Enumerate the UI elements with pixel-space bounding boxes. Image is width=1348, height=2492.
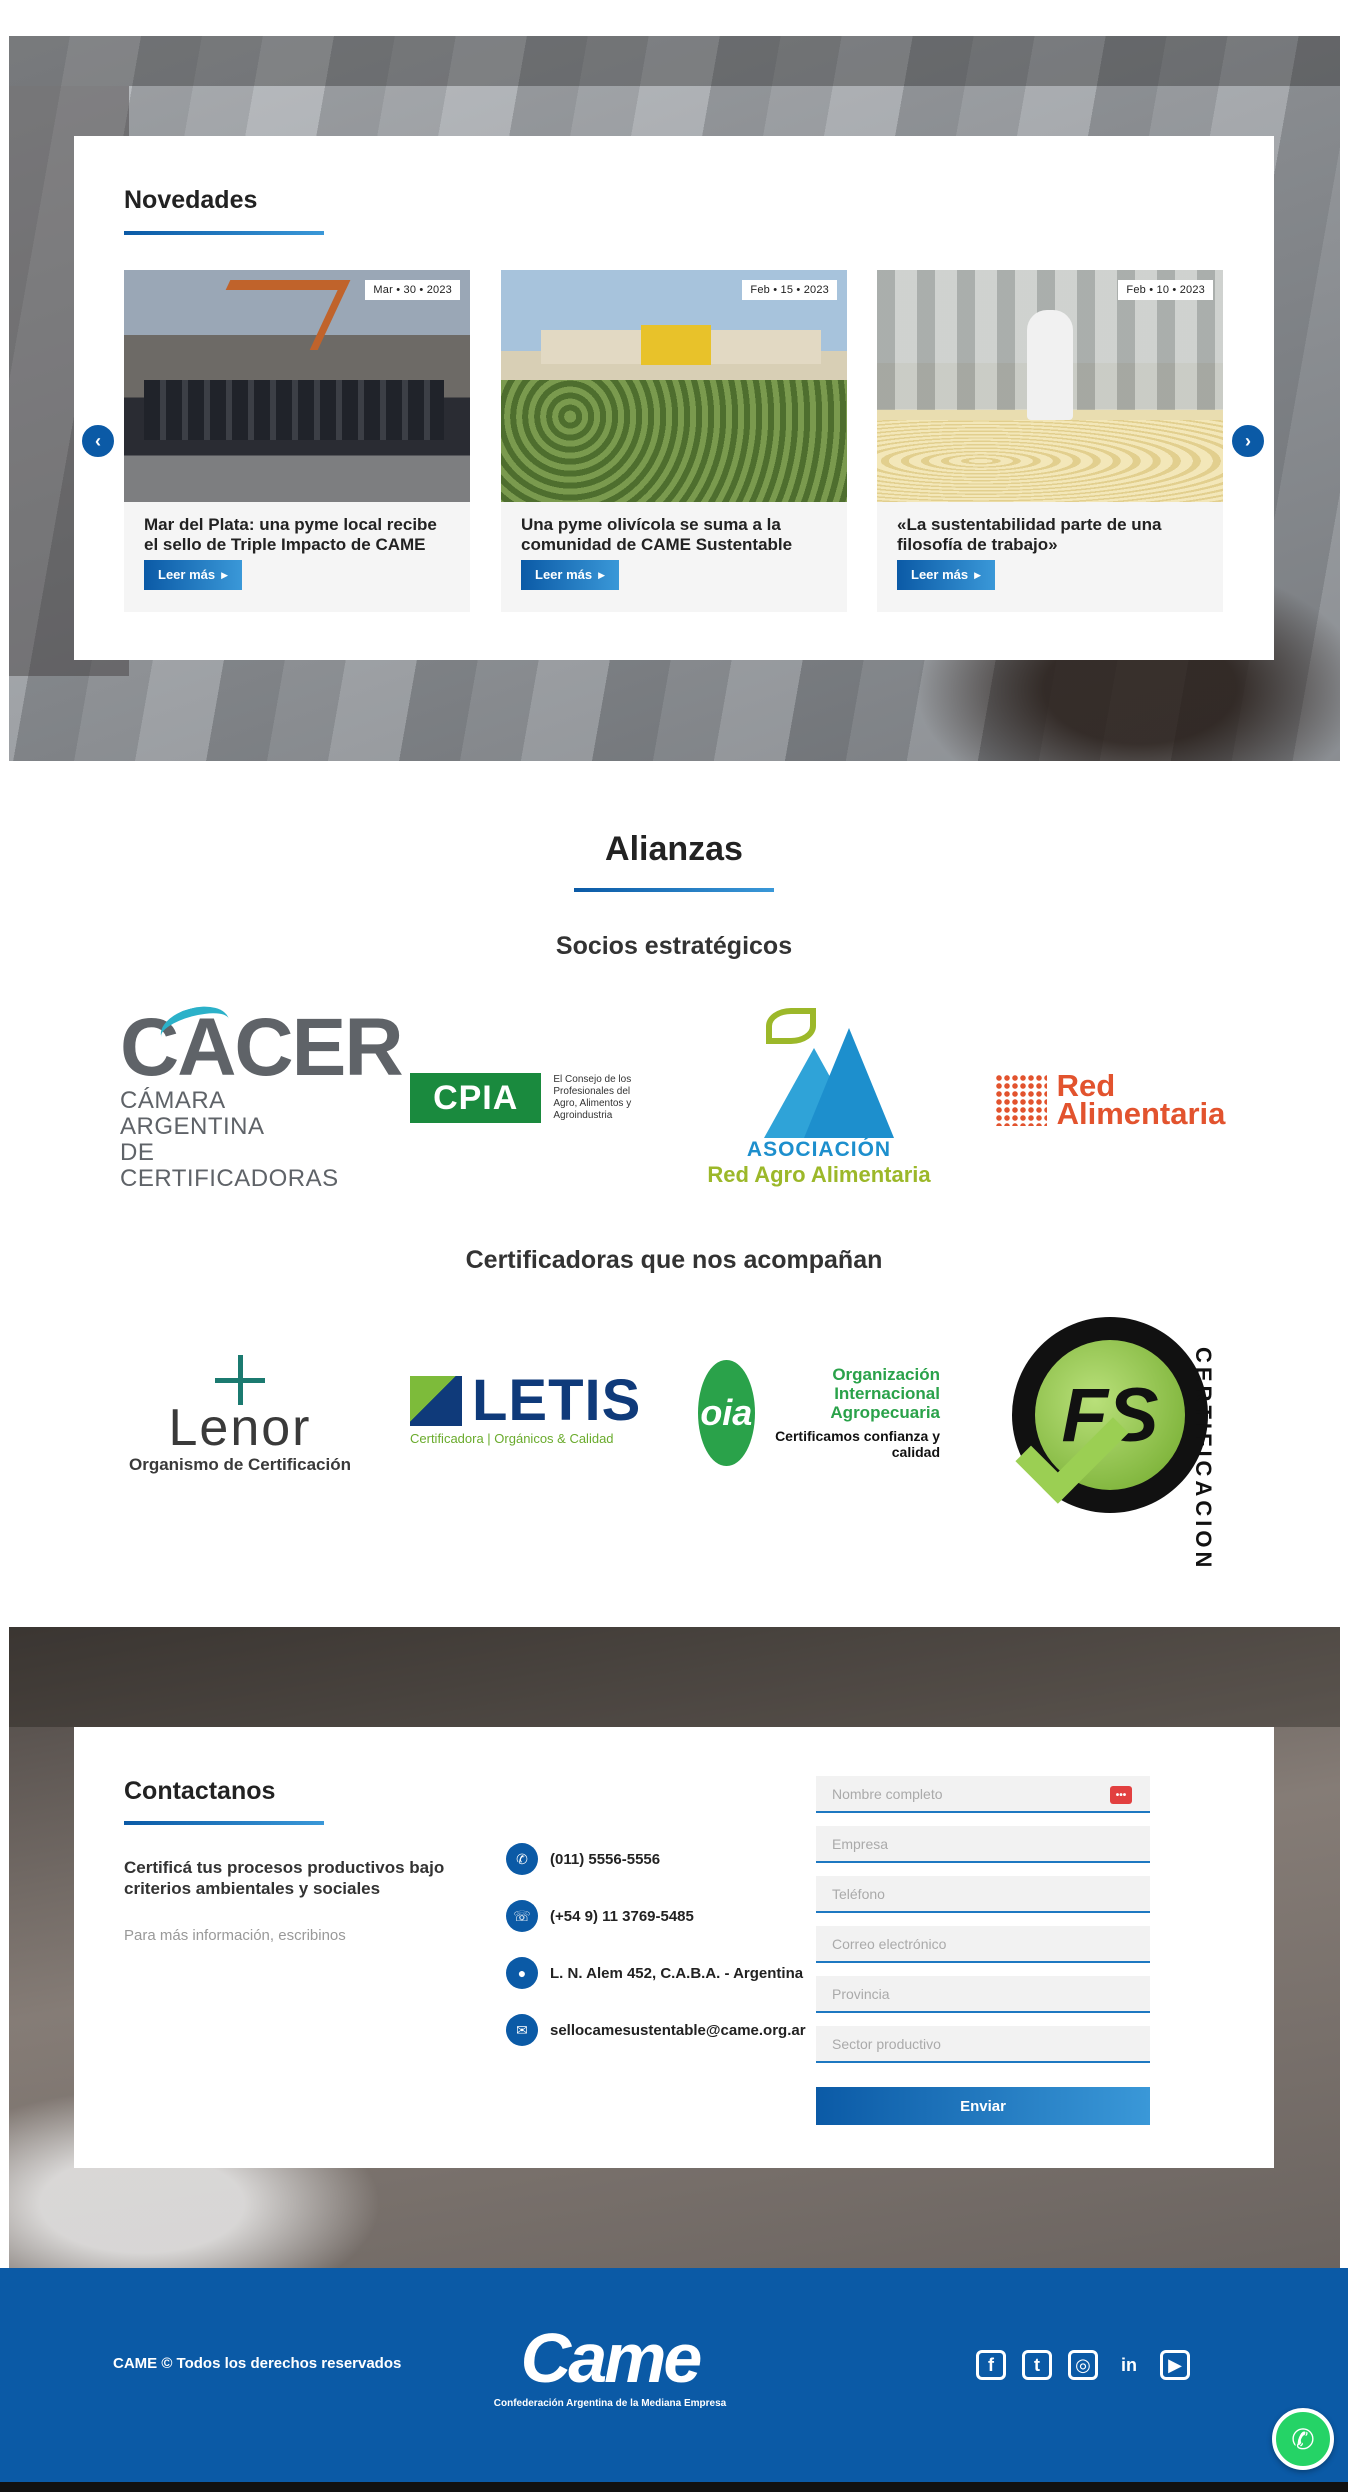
phone-icon: ✆ — [506, 1843, 538, 1875]
submit-button[interactable]: Enviar — [816, 2087, 1150, 2125]
news-date: Feb • 15 • 2023 — [742, 280, 837, 300]
read-more-button[interactable]: Leer más ▶ — [897, 560, 996, 590]
contact-email[interactable]: ✉ sellocamesustentable@came.org.ar — [506, 2014, 806, 2046]
came-logo-word: Came — [520, 2319, 703, 2397]
lenor-sub: Organismo de Certificación — [129, 1455, 351, 1474]
cpia-sub: El Consejo de los Profesionales del Agro… — [553, 1074, 632, 1121]
email-value: sellocamesustentable@came.org.ar — [550, 2021, 806, 2039]
news-slide[interactable]: Mar • 30 • 2023 Mar del Plata: una pyme … — [124, 270, 470, 612]
social-links: f t ◎ in ▶ — [976, 2350, 1190, 2380]
contact-title-underline — [124, 1821, 324, 1825]
whatsapp-chat-button[interactable]: ✆ — [1272, 2408, 1334, 2470]
chevron-left-icon: ‹ — [95, 430, 101, 451]
twitter-icon[interactable]: t — [1022, 2350, 1052, 2380]
red-alimentaria-mark — [994, 1074, 1047, 1126]
oia-mark: oia — [698, 1359, 755, 1466]
name-field[interactable] — [816, 1776, 1150, 1813]
news-image[interactable]: Feb • 15 • 2023 — [501, 270, 847, 502]
cacer-logo[interactable]: CACER CÁMARA ARGENTINA DE CERTIFICADORAS — [120, 999, 404, 1192]
read-more-label: Leer más — [911, 567, 969, 582]
company-field[interactable] — [816, 1826, 1150, 1863]
novedades-title-underline — [124, 231, 324, 235]
came-logo-tag: Confederación Argentina de la Mediana Em… — [493, 2398, 727, 2409]
news-title[interactable]: Mar del Plata: una pyme local recibe el … — [144, 515, 454, 555]
cacer-name: CACER — [120, 1002, 404, 1093]
phone-field[interactable] — [816, 1876, 1150, 1913]
news-title[interactable]: Una pyme olivícola se suma a la comunida… — [521, 515, 831, 555]
certificadoras-title: Certificadoras que nos acompañan — [465, 1246, 883, 1274]
copyright-text: CAME © Todos los derechos reservados — [113, 2355, 402, 2372]
lenor-mark — [210, 1355, 270, 1405]
red-agro-alimentaria-logo[interactable]: ASOCIACIÓN Red Agro Alimentaria — [698, 1005, 940, 1190]
lenor-name: Lenor — [168, 1399, 312, 1457]
oia-line2: Certificamos confianza y calidad — [775, 1428, 940, 1460]
cacer-sub2: DE CERTIFICADORAS — [120, 1139, 339, 1192]
letis-sub: Certificadora | Orgánicos & Calidad — [410, 1430, 614, 1446]
contact-lead: Certificá tus procesos productivos bajo … — [124, 1858, 445, 1898]
red-alimentaria-logo[interactable]: Red Alimentaria — [990, 1070, 1230, 1130]
caret-right-icon: ▶ — [598, 570, 606, 580]
sector-field[interactable] — [816, 2026, 1150, 2063]
chevron-right-icon: › — [1245, 430, 1251, 451]
footer-bottom-bar — [0, 2482, 1348, 2492]
novedades-section: Novedades Mar • 30 • 2023 Mar del Plata:… — [74, 136, 1274, 660]
read-more-button[interactable]: Leer más ▶ — [144, 560, 243, 590]
youtube-icon[interactable]: ▶ — [1160, 2350, 1190, 2380]
carousel-next-button[interactable]: › — [1230, 423, 1266, 459]
news-image[interactable]: Feb • 10 • 2023 — [877, 270, 1223, 502]
read-more-button[interactable]: Leer más ▶ — [521, 560, 620, 590]
cpia-logo[interactable]: CPIA El Consejo de los Profesionales del… — [410, 1070, 650, 1126]
socios-title: Socios estratégicos — [555, 932, 793, 960]
alianzas-title-underline — [574, 888, 774, 892]
facebook-icon[interactable]: f — [976, 2350, 1006, 2380]
news-slide[interactable]: Feb • 10 • 2023 «La sustentabilidad part… — [877, 270, 1223, 612]
linkedin-icon[interactable]: in — [1114, 2350, 1144, 2380]
letis-name: LETIS — [472, 1367, 642, 1433]
news-date: Feb • 10 • 2023 — [1118, 280, 1213, 300]
whatsapp-icon: ☏ — [506, 1900, 538, 1932]
lenor-logo[interactable]: Lenor Organismo de Certificación — [120, 1355, 360, 1475]
phone-value: (011) 5556-5556 — [550, 1850, 661, 1868]
read-more-label: Leer más — [535, 567, 593, 582]
contact-phone[interactable]: ✆ (011) 5556-5556 — [506, 1843, 660, 1875]
caret-right-icon: ▶ — [221, 570, 229, 580]
fs-label: CERTIFICACION — [1191, 1347, 1216, 1572]
whatsapp-value: (+54 9) 11 3769-5485 — [550, 1907, 694, 1925]
came-logo[interactable]: Came Confederación Argentina de la Media… — [490, 2318, 730, 2428]
contact-address[interactable]: ● L. N. Alem 452, C.A.B.A. - Argentina — [506, 1957, 803, 1989]
autofill-icon[interactable]: ••• — [1110, 1786, 1132, 1804]
red-agro-line2: Red Agro Alimentaria — [707, 1161, 931, 1187]
address-value: L. N. Alem 452, C.A.B.A. - Argentina — [550, 1964, 804, 1982]
letis-logo[interactable]: LETIS Certificadora | Orgánicos & Calida… — [410, 1370, 650, 1450]
contact-info-text: Para más información, escribinos — [124, 1927, 346, 1944]
envelope-icon: ✉ — [506, 2014, 538, 2046]
oia-logo[interactable]: oia Organización Internacional Agropecua… — [698, 1355, 940, 1470]
province-field[interactable] — [816, 1976, 1150, 2013]
red-agro-mark — [744, 1007, 894, 1138]
contact-title: Contactanos — [124, 1777, 276, 1805]
alianzas-title: Alianzas — [605, 830, 743, 868]
fs-certificacion-logo[interactable]: FS CERTIFICACION — [990, 1315, 1230, 1571]
cacer-sub1: CÁMARA ARGENTINA — [120, 1087, 265, 1140]
carousel-prev-button[interactable]: ‹ — [80, 423, 116, 459]
instagram-icon[interactable]: ◎ — [1068, 2350, 1098, 2380]
email-field[interactable] — [816, 1926, 1150, 1963]
news-date: Mar • 30 • 2023 — [365, 280, 460, 300]
cpia-name: CPIA — [410, 1073, 542, 1123]
caret-right-icon: ▶ — [974, 570, 982, 580]
news-title[interactable]: «La sustentabilidad parte de una filosof… — [897, 515, 1207, 555]
letis-mark — [410, 1375, 462, 1426]
novedades-title: Novedades — [124, 186, 258, 214]
news-slide[interactable]: Feb • 15 • 2023 Una pyme olivícola se su… — [501, 270, 847, 612]
red-agro-line1: ASOCIACIÓN — [746, 1137, 892, 1161]
red-alimentaria-line2: Alimentaria — [1056, 1096, 1226, 1131]
contact-whatsapp[interactable]: ☏ (+54 9) 11 3769-5485 — [506, 1900, 694, 1932]
read-more-label: Leer más — [158, 567, 216, 582]
news-image[interactable]: Mar • 30 • 2023 — [124, 270, 470, 502]
location-pin-icon: ● — [506, 1957, 538, 1989]
oia-line1: Organización Internacional Agropecuaria — [830, 1365, 940, 1422]
whatsapp-icon: ✆ — [1291, 2423, 1315, 2455]
